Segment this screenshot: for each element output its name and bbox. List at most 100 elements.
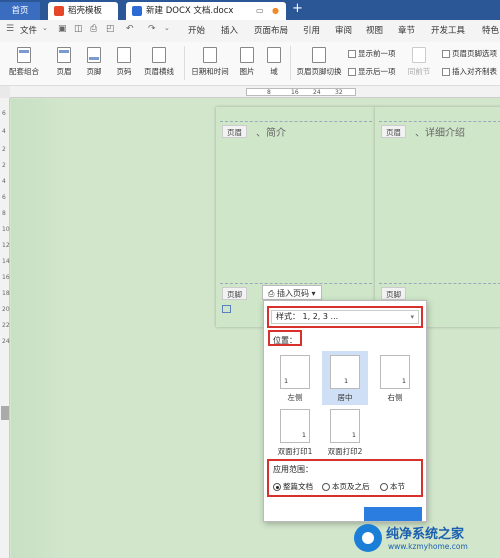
apply-button[interactable] (364, 507, 422, 521)
save-icon[interactable]: ▣ (58, 24, 67, 34)
redo-icon[interactable]: ↷ (148, 24, 156, 34)
header-tag[interactable]: 页眉 (381, 125, 406, 138)
ribbon: 配套组合 页眉 页脚 页码 页眉横线 日期和时间 图片 域 页眉页脚切换 显示前… (0, 42, 500, 86)
menu-file[interactable]: 文件 (20, 24, 37, 36)
range-this-section[interactable]: 本节 (380, 481, 405, 492)
horizontal-ruler[interactable]: 8 16 24 32 (10, 86, 500, 98)
combo-label: 配套组合 (9, 67, 39, 76)
combo-button[interactable]: 配套组合 (6, 47, 42, 77)
monitor-icon[interactable]: ▭ (256, 2, 264, 20)
header-tag[interactable]: 页眉 (222, 125, 247, 138)
new-tab-button[interactable]: + (292, 1, 303, 16)
footer-button[interactable]: 页脚 (80, 47, 108, 77)
range-this-page-after[interactable]: 本页及之后 (322, 481, 370, 492)
calendar-icon (203, 47, 217, 63)
range-whole-label: 整篇文档 (283, 482, 313, 491)
straw-logo-icon (54, 5, 64, 16)
options-icon (442, 50, 450, 58)
switch-button[interactable]: 页眉页脚切换 (294, 47, 344, 77)
tab-document[interactable]: 新建 DOCX 文档.docx ▭ ● (126, 2, 286, 20)
menu-layout[interactable]: 页面布局 (254, 24, 288, 36)
position-label: 位置： (273, 336, 297, 345)
position-center[interactable]: 1 居中 (322, 351, 368, 405)
field-button[interactable]: 域 (264, 47, 284, 77)
print-icon[interactable]: ⎙ (90, 24, 97, 34)
page-2[interactable]: 页眉 、详细介绍 页脚 (375, 107, 500, 327)
align-tab-icon (442, 68, 450, 76)
site-watermark: 纯净系统之家 www.kzmyhome.com (352, 520, 500, 558)
radio-unselected-icon (380, 483, 388, 491)
prev-icon (348, 50, 356, 58)
quickaccess-chevron-icon[interactable]: ⌄ (164, 24, 170, 32)
vruler-mark: 24 (2, 338, 10, 345)
insert-pagenum-button[interactable]: ⎙ 插入页码 ▾ (262, 285, 322, 300)
vertical-ruler[interactable]: 6 4 2 2 4 6 8 10 12 14 16 18 20 22 24 (0, 98, 10, 558)
footer-tag[interactable]: 页脚 (222, 287, 247, 300)
thumb-number: 1 (284, 377, 289, 385)
radio-selected-icon (273, 483, 281, 491)
menu-references[interactable]: 引用 (303, 24, 320, 36)
menu-insert[interactable]: 插入 (221, 24, 238, 36)
page-thumb-right: 1 (380, 355, 410, 389)
menu-view[interactable]: 视图 (366, 24, 383, 36)
menu-start[interactable]: 开始 (188, 24, 205, 36)
vruler-mark: 2 (2, 162, 6, 169)
pagenum-insert-icon: ⎙ (268, 289, 277, 298)
insert-pagenum-panel: 样式： 1, 2, 3 ... ▾ 位置： 1 左侧 1 居中 1 右侧 1 双… (263, 300, 427, 522)
position-right[interactable]: 1 右侧 (372, 351, 418, 405)
ribbon-divider (290, 46, 291, 80)
menu-developer[interactable]: 开发工具 (431, 24, 465, 36)
tab-straw-templates[interactable]: 稻壳模板 (48, 2, 118, 20)
pagenum-label: 页码 (116, 67, 132, 76)
undo-icon[interactable]: ↶ (126, 24, 134, 34)
word-doc-icon (132, 5, 142, 16)
position-duplex-2[interactable]: 1 双面打印2 (322, 405, 368, 459)
picture-button[interactable]: 图片 (234, 47, 260, 77)
header-boundary (220, 121, 372, 122)
layout-option-icon[interactable] (222, 305, 231, 313)
vruler-mark: 6 (2, 194, 6, 201)
datetime-button[interactable]: 日期和时间 (188, 47, 232, 77)
dropdown-arrow-icon: ▾ (308, 289, 316, 298)
vruler-indicator (1, 406, 9, 420)
hf-options-label: 页眉页脚选项 (452, 49, 497, 58)
unsaved-dot-icon: ● (272, 6, 279, 15)
picture-icon (240, 47, 254, 63)
menu-special[interactable]: 特色 (482, 24, 499, 36)
style-select[interactable]: 样式： 1, 2, 3 ... ▾ (271, 310, 419, 324)
apply-range-label: 应用范围： (273, 465, 313, 474)
ruler-corner (0, 86, 10, 98)
field-icon (267, 47, 281, 63)
footer-tag[interactable]: 页脚 (381, 287, 406, 300)
headerline-button[interactable]: 页眉横线 (138, 47, 180, 77)
thumb-number: 1 (351, 431, 356, 439)
preview-icon[interactable]: ◰ (106, 24, 115, 34)
same-as-prev-button[interactable]: 同前节 (404, 47, 434, 77)
position-left[interactable]: 1 左侧 (272, 351, 318, 405)
thumb-number: 1 (401, 377, 406, 385)
header-button[interactable]: 页眉 (50, 47, 78, 77)
menu-bar: ☰ 文件 ⌄ ▣ ◫ ⎙ ◰ ↶ ↷ ⌄ 开始 插入 页面布局 引用 审阅 视图… (0, 20, 500, 42)
pagenum-button[interactable]: 页码 (110, 47, 138, 77)
footer-boundary (220, 283, 372, 284)
vruler-mark: 4 (2, 128, 6, 135)
show-next-button[interactable]: 显示后一项 (348, 66, 396, 77)
switch-icon (312, 47, 326, 63)
export-icon[interactable]: ◫ (74, 24, 83, 34)
page-1[interactable]: 页眉 、简介 页脚 ⎙ 插入页码 ▾ (216, 107, 376, 327)
range-whole-document[interactable]: 整篇文档 (273, 481, 313, 492)
combo-icon (17, 47, 31, 63)
insert-align-tab-button[interactable]: 插入对齐制表 (442, 66, 497, 77)
range-section-label: 本节 (390, 482, 405, 491)
hf-options-button[interactable]: 页眉页脚选项 (442, 48, 497, 59)
page-thumb-duplex1: 1 (280, 409, 310, 443)
menu-review[interactable]: 审阅 (335, 24, 352, 36)
show-prev-button[interactable]: 显示前一项 (348, 48, 396, 59)
tab-home[interactable]: 首页 (0, 2, 40, 20)
chevron-down-icon[interactable]: ⌄ (42, 24, 48, 32)
hamburger-icon[interactable]: ☰ (6, 24, 14, 34)
menu-chapter[interactable]: 章节 (398, 24, 415, 36)
picture-label: 图片 (239, 67, 255, 76)
position-duplex-1[interactable]: 1 双面打印1 (272, 405, 318, 459)
chevron-down-icon: ▾ (410, 313, 414, 321)
